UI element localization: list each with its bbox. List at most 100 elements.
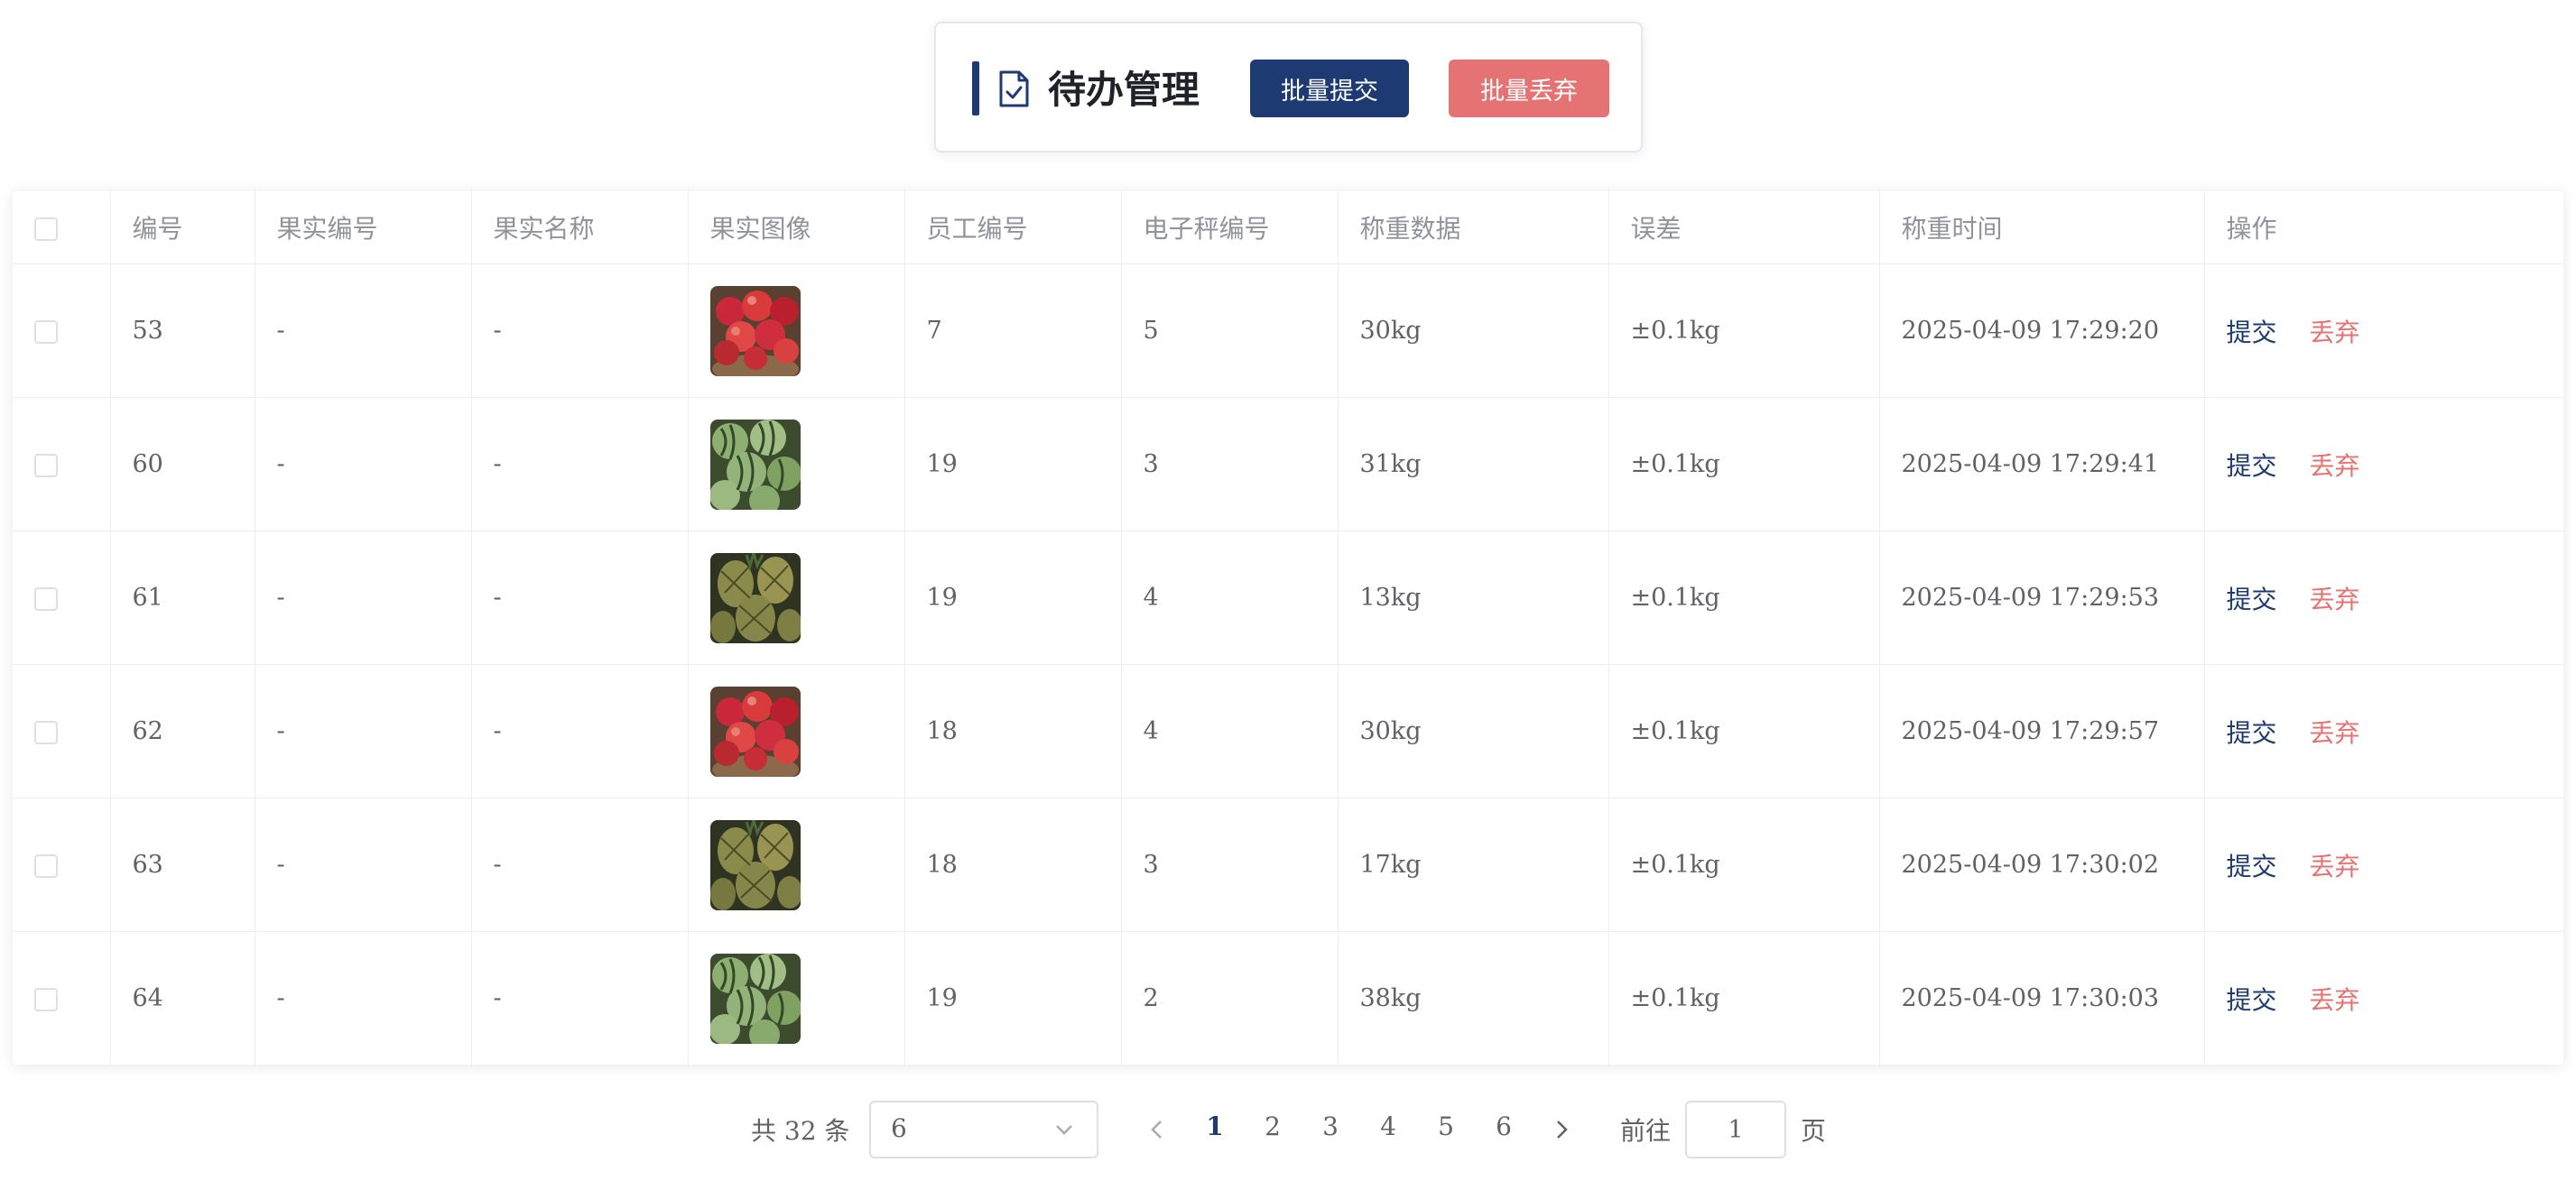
submit-link[interactable]: 提交	[2227, 585, 2277, 614]
error-value: ±0.1kg	[1608, 397, 1880, 531]
fruit-number: -	[255, 263, 472, 398]
fruit-image	[709, 552, 801, 643]
weight-value: 30kg	[1338, 664, 1609, 798]
fruit-number: -	[255, 531, 472, 665]
row-actions: 提交 丢弃	[2204, 664, 2563, 798]
table-row: 53- - 7 5 30kg ±0.1kg 2025-04-09 17:29:20 提交 丢弃	[13, 263, 2563, 398]
page-size-value: 6	[891, 1113, 907, 1143]
error-value: ±0.1kg	[1608, 664, 1880, 798]
prev-page-icon[interactable]	[1144, 1117, 1170, 1142]
page-6-button[interactable]: 6	[1486, 1112, 1522, 1141]
scale-number: 3	[1121, 798, 1339, 932]
page-3-button[interactable]: 3	[1312, 1112, 1348, 1141]
fruit-name: -	[471, 531, 689, 665]
row-actions: 提交 丢弃	[2204, 263, 2563, 398]
row-checkbox[interactable]	[34, 853, 58, 878]
todo-table: 编号 果实编号 果实名称 果实图像 员工编号 电子秤编号 称重数据 误差 称重时…	[13, 191, 2563, 1065]
row-id: 63	[110, 798, 255, 932]
page-size-select[interactable]: 6	[869, 1101, 1098, 1158]
fruit-image	[709, 953, 801, 1044]
next-page-icon[interactable]	[1549, 1117, 1574, 1142]
table-row: 64- - 19 2 38kg ±0.1kg 2025-04-09 17:30:03 提交丢…	[13, 931, 2563, 1065]
column-header: 果实编号	[255, 191, 472, 264]
fruit-name: -	[471, 263, 689, 398]
row-checkbox[interactable]	[34, 720, 58, 744]
employee-number: 19	[904, 531, 1122, 665]
page-unit-label: 页	[1801, 1116, 1827, 1146]
scale-number: 2	[1121, 931, 1339, 1065]
fruit-image-cell	[688, 397, 905, 531]
discard-link[interactable]: 丢弃	[2310, 718, 2360, 748]
scale-number: 4	[1121, 664, 1339, 798]
document-check-icon	[999, 70, 1029, 107]
row-id: 60	[110, 397, 255, 531]
scale-number: 4	[1121, 531, 1339, 665]
fruit-name: -	[471, 931, 689, 1065]
weigh-time: 2025-04-09 17:29:41	[1879, 397, 2205, 531]
fruit-image	[709, 419, 801, 510]
discard-link[interactable]: 丢弃	[2310, 318, 2360, 347]
weight-value: 30kg	[1338, 263, 1609, 398]
error-value: ±0.1kg	[1608, 263, 1880, 398]
column-header: 称重数据	[1338, 191, 1609, 264]
fruit-image	[709, 686, 801, 777]
row-id: 61	[110, 531, 255, 665]
employee-number: 18	[904, 798, 1122, 932]
fruit-name: -	[471, 798, 689, 932]
column-header: 果实图像	[688, 191, 905, 264]
goto-label: 前往	[1620, 1116, 1672, 1146]
error-value: ±0.1kg	[1608, 798, 1880, 932]
header-accent-bar	[972, 61, 979, 115]
fruit-name: -	[471, 397, 689, 531]
column-header: 电子秤编号	[1121, 191, 1339, 264]
weigh-time: 2025-04-09 17:29:20	[1879, 263, 2205, 398]
weigh-time: 2025-04-09 17:29:57	[1879, 664, 2205, 798]
row-checkbox[interactable]	[34, 586, 58, 611]
row-actions: 提交 丢弃	[2204, 931, 2563, 1065]
submit-link[interactable]: 提交	[2227, 985, 2277, 1015]
page-5-button[interactable]: 5	[1428, 1112, 1464, 1141]
row-checkbox[interactable]	[34, 319, 58, 344]
page-1-button[interactable]: 1	[1197, 1112, 1233, 1141]
table-header-row: 编号 果实编号 果实名称 果实图像 员工编号 电子秤编号 称重数据 误差 称重时…	[13, 191, 2563, 264]
weight-value: 38kg	[1338, 931, 1609, 1065]
weight-value: 17kg	[1338, 798, 1609, 932]
row-id: 64	[110, 931, 255, 1065]
fruit-image-cell	[688, 798, 905, 932]
fruit-image	[709, 285, 801, 376]
scale-number: 5	[1121, 263, 1339, 398]
weight-value: 31kg	[1338, 397, 1609, 531]
submit-link[interactable]: 提交	[2227, 718, 2277, 748]
goto-page-input[interactable]	[1685, 1101, 1786, 1158]
error-value: ±0.1kg	[1608, 931, 1880, 1065]
row-checkbox[interactable]	[34, 453, 58, 477]
employee-number: 7	[904, 263, 1122, 398]
discard-link[interactable]: 丢弃	[2310, 585, 2360, 614]
discard-link[interactable]: 丢弃	[2310, 852, 2360, 881]
row-checkbox[interactable]	[34, 987, 58, 1011]
batch-discard-button[interactable]: 批量丢弃	[1449, 60, 1609, 117]
fruit-image-cell	[688, 664, 905, 798]
header-card: 待办管理 批量提交 批量丢弃	[934, 22, 1643, 152]
discard-link[interactable]: 丢弃	[2310, 451, 2360, 481]
page-2-button[interactable]: 2	[1255, 1112, 1291, 1141]
page-4-button[interactable]: 4	[1370, 1112, 1406, 1141]
weigh-time: 2025-04-09 17:30:02	[1879, 798, 2205, 932]
total-count: 共 32 条	[751, 1116, 850, 1146]
row-actions: 提交 丢弃	[2204, 798, 2563, 932]
page-title: 待办管理	[1048, 68, 1200, 112]
employee-number: 19	[904, 931, 1122, 1065]
fruit-image-cell	[688, 263, 905, 398]
submit-link[interactable]: 提交	[2227, 318, 2277, 347]
fruit-number: -	[255, 931, 472, 1065]
discard-link[interactable]: 丢弃	[2310, 985, 2360, 1015]
submit-link[interactable]: 提交	[2227, 852, 2277, 881]
batch-submit-button[interactable]: 批量提交	[1250, 60, 1409, 117]
select-all-checkbox[interactable]	[34, 217, 58, 241]
submit-link[interactable]: 提交	[2227, 451, 2277, 481]
table-row: 62- - 18 4 30kg ±0.1kg 2025-04-09 17:29:57 提交丢…	[13, 664, 2563, 798]
employee-number: 19	[904, 397, 1122, 531]
error-value: ±0.1kg	[1608, 531, 1880, 665]
column-header: 员工编号	[904, 191, 1122, 264]
fruit-number: -	[255, 664, 472, 798]
